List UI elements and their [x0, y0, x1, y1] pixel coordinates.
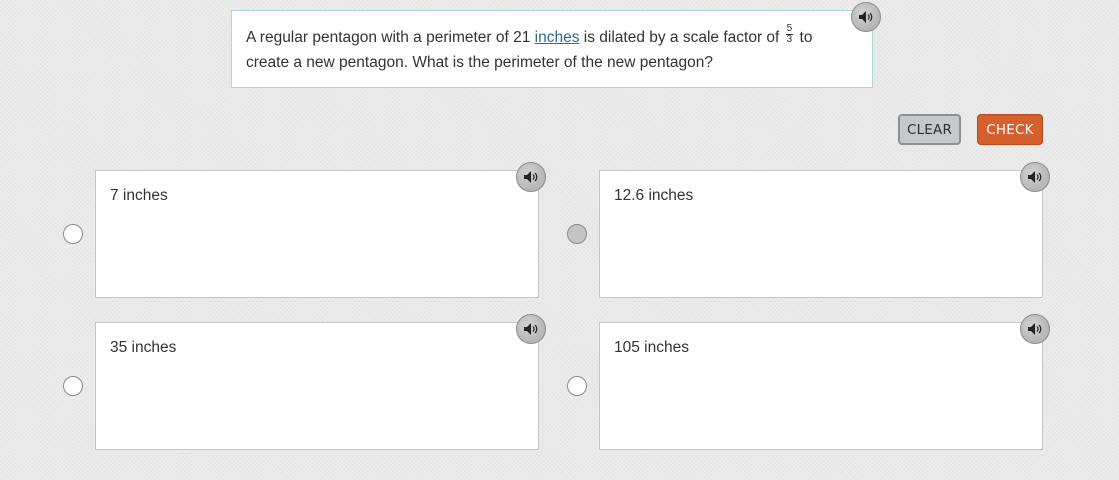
- speaker-icon: [524, 171, 538, 183]
- option-2-speaker-button[interactable]: [1020, 162, 1050, 192]
- answer-option-1[interactable]: 7 inches: [95, 170, 539, 298]
- option-radio-1[interactable]: [63, 224, 83, 244]
- answer-option-3[interactable]: 35 inches: [95, 322, 539, 450]
- option-label: 105 inches: [614, 339, 689, 356]
- clear-button[interactable]: CLEAR: [898, 114, 961, 145]
- question-text-middle: is dilated by a scale factor of: [579, 29, 784, 46]
- option-label: 7 inches: [110, 187, 168, 204]
- option-label: 35 inches: [110, 339, 177, 356]
- speaker-icon: [1028, 171, 1042, 183]
- scale-factor-fraction: 53: [785, 24, 794, 46]
- option-label: 12.6 inches: [614, 187, 694, 204]
- option-radio-4[interactable]: [567, 376, 587, 396]
- question-panel: A regular pentagon with a perimeter of 2…: [231, 10, 873, 88]
- answer-option-2[interactable]: 12.6 inches: [599, 170, 1043, 298]
- option-3-speaker-button[interactable]: [516, 314, 546, 344]
- question-text: A regular pentagon with a perimeter of 2…: [246, 24, 846, 75]
- speaker-icon: [1028, 323, 1042, 335]
- speaker-icon: [859, 11, 873, 23]
- question-speaker-button[interactable]: [851, 2, 881, 32]
- inches-glossary-link[interactable]: inches: [535, 29, 580, 46]
- option-4-speaker-button[interactable]: [1020, 314, 1050, 344]
- fraction-denominator: 3: [786, 34, 793, 46]
- check-button[interactable]: CHECK: [977, 114, 1043, 145]
- speaker-icon: [524, 323, 538, 335]
- option-radio-3[interactable]: [63, 376, 83, 396]
- answer-option-4[interactable]: 105 inches: [599, 322, 1043, 450]
- option-1-speaker-button[interactable]: [516, 162, 546, 192]
- option-radio-2[interactable]: [567, 224, 587, 244]
- question-text-start: A regular pentagon with a perimeter of 2…: [246, 29, 535, 46]
